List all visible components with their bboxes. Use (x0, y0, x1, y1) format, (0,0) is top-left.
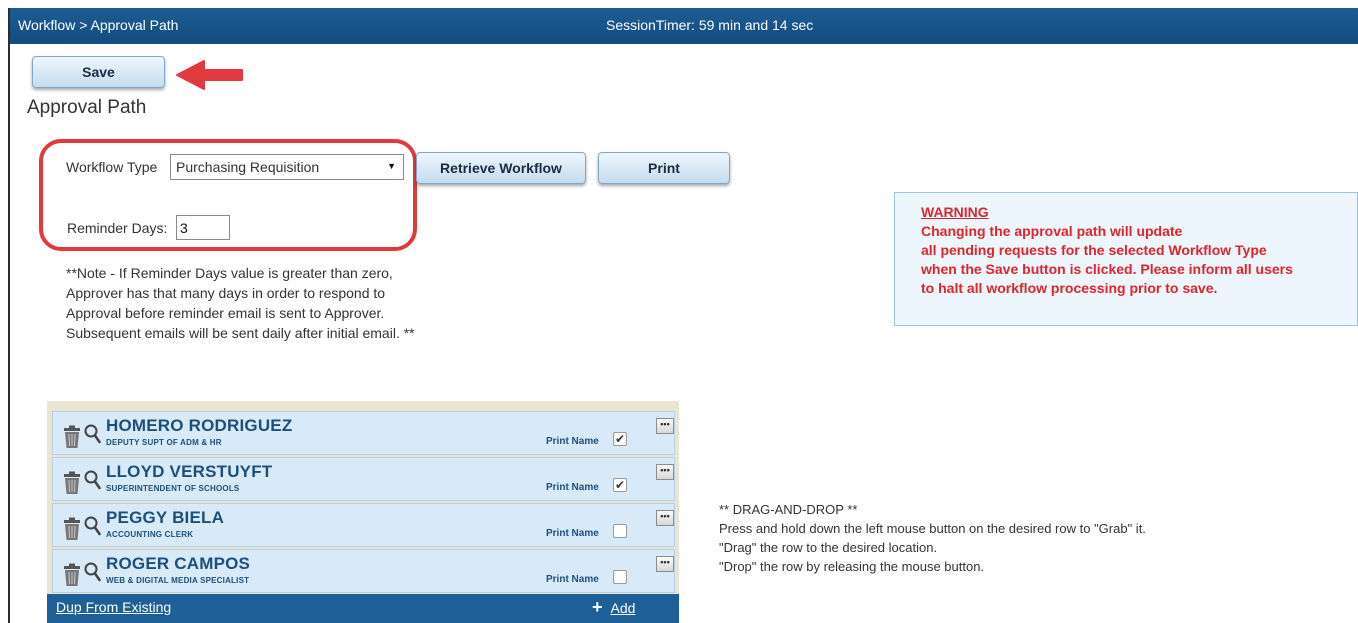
note-line: Approver has that many days in order to … (66, 285, 386, 301)
workflow-type-label: Workflow Type (66, 159, 158, 175)
add-approver-button[interactable]: + Add (592, 597, 635, 618)
help-line: "Drag" the row to the desired location. (719, 540, 938, 555)
print-name-checkbox[interactable] (613, 570, 627, 584)
print-name-checkbox[interactable]: ✔ (613, 432, 627, 446)
print-name-checkbox[interactable]: ✔ (613, 478, 627, 492)
warning-line: Changing the approval path will update (921, 223, 1183, 239)
magnifier-icon[interactable] (83, 423, 101, 445)
note-line: Subsequent emails will be sent daily aft… (66, 325, 415, 341)
approver-row[interactable]: HOMERO RODRIGUEZ DEPUTY SUPT OF ADM & HR… (52, 411, 675, 455)
dropdown-caret-icon: ▼ (387, 161, 396, 171)
add-label: Add (610, 600, 636, 616)
warning-body: Changing the approval path will update a… (921, 222, 1293, 298)
trash-icon[interactable] (61, 517, 83, 541)
approver-list-footer: Dup From Existing + Add (47, 594, 679, 623)
note-line: Approval before reminder email is sent t… (66, 305, 385, 321)
workflow-type-value: Purchasing Requisition (176, 159, 320, 175)
drag-drop-help: ** DRAG-AND-DROP ** Press and hold down … (719, 500, 1146, 576)
approver-name: ROGER CAMPOS (106, 554, 251, 573)
dup-from-existing-link[interactable]: Dup From Existing (56, 599, 171, 615)
approver-title: ACCOUNTING CLERK (106, 530, 194, 539)
more-options-button[interactable]: ••• (656, 510, 674, 526)
approver-title: SUPERINTENDENT OF SCHOOLS (106, 484, 240, 493)
save-button[interactable]: Save (32, 56, 165, 88)
reminder-note: **Note - If Reminder Days value is great… (66, 263, 415, 343)
help-line: Press and hold down the left mouse butto… (719, 521, 1146, 536)
more-options-button[interactable]: ••• (656, 556, 674, 572)
help-line: "Drop" the row by releasing the mouse bu… (719, 559, 985, 574)
warning-line: all pending requests for the selected Wo… (921, 242, 1267, 258)
warning-box: WARNING Changing the approval path will … (894, 192, 1358, 326)
reminder-days-input[interactable]: 3 (176, 215, 230, 240)
retrieve-workflow-button[interactable]: Retrieve Workflow (416, 152, 586, 184)
note-line: **Note - If Reminder Days value is great… (66, 265, 393, 281)
top-header-bar: Workflow > Approval Path SessionTimer: 5… (10, 8, 1358, 44)
approver-title: DEPUTY SUPT OF ADM & HR (106, 438, 222, 447)
more-options-button[interactable]: ••• (656, 464, 674, 480)
trash-icon[interactable] (61, 471, 83, 495)
print-name-label: Print Name (546, 482, 599, 493)
magnifier-icon[interactable] (83, 515, 101, 537)
print-button[interactable]: Print (598, 152, 730, 184)
plus-icon: + (592, 597, 603, 617)
session-timer: SessionTimer: 59 min and 14 sec (606, 17, 814, 33)
reminder-days-label: Reminder Days: (67, 220, 168, 236)
warning-title: WARNING (921, 204, 989, 220)
warning-line: to halt all workflow processing prior to… (921, 280, 1218, 296)
approver-name: LLOYD VERSTUYFT (106, 462, 273, 481)
approver-name: HOMERO RODRIGUEZ (106, 416, 293, 435)
trash-icon[interactable] (61, 425, 83, 449)
print-name-label: Print Name (546, 528, 599, 539)
window-left-border (8, 8, 10, 623)
approver-row[interactable]: PEGGY BIELA ACCOUNTING CLERK Print Name … (52, 503, 675, 547)
approver-list: HOMERO RODRIGUEZ DEPUTY SUPT OF ADM & HR… (47, 401, 679, 623)
approver-title: WEB & DIGITAL MEDIA SPECIALIST (106, 576, 250, 585)
page-title: Approval Path (27, 97, 147, 118)
magnifier-icon[interactable] (83, 561, 101, 583)
red-arrow-annotation-icon (176, 60, 243, 90)
print-name-checkbox[interactable] (613, 524, 627, 538)
approver-name: PEGGY BIELA (106, 508, 225, 527)
print-name-label: Print Name (546, 574, 599, 585)
approver-row[interactable]: ROGER CAMPOS WEB & DIGITAL MEDIA SPECIAL… (52, 549, 675, 593)
approver-row[interactable]: LLOYD VERSTUYFT SUPERINTENDENT OF SCHOOL… (52, 457, 675, 501)
help-line: ** DRAG-AND-DROP ** (719, 502, 858, 517)
trash-icon[interactable] (61, 563, 83, 587)
breadcrumb: Workflow > Approval Path (18, 17, 179, 33)
more-options-button[interactable]: ••• (656, 418, 674, 434)
warning-line: when the Save button is clicked. Please … (921, 261, 1293, 277)
print-name-label: Print Name (546, 436, 599, 447)
magnifier-icon[interactable] (83, 469, 101, 491)
workflow-type-select[interactable]: Purchasing Requisition ▼ (170, 154, 404, 180)
